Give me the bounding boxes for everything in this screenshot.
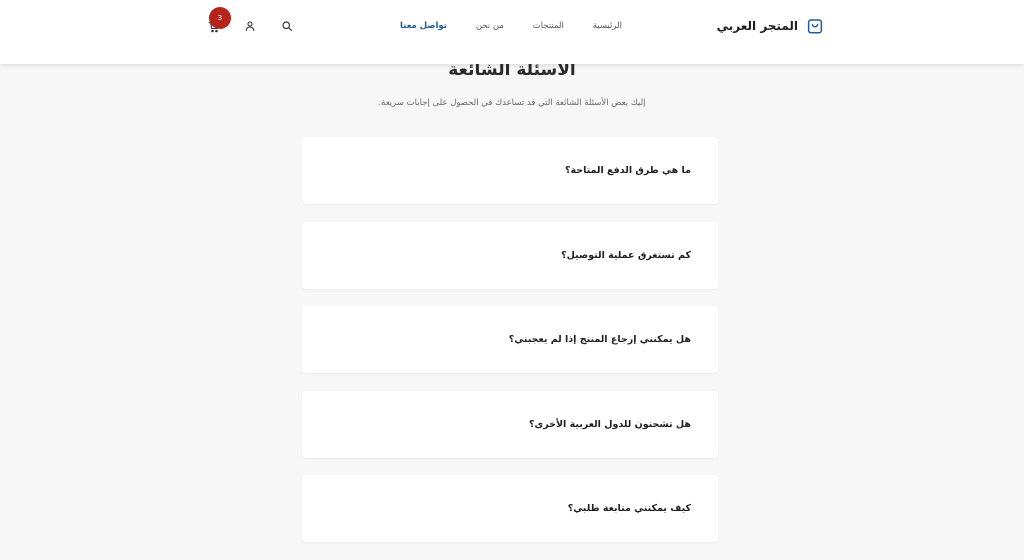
user-icon[interactable] (243, 19, 257, 33)
nav-home[interactable]: الرئيسية (593, 21, 622, 31)
page-subtitle: إليك بعض الأسئلة الشائعة التي قد تساعدك … (378, 98, 646, 108)
faq-question: هل يمكنني إرجاع المنتج إذا لم يعجبني؟ (508, 334, 691, 345)
faq-item-shipping[interactable]: هل تشحنون للدول العربية الأخرى؟ (302, 390, 718, 458)
faq-item-delivery[interactable]: كم تستغرق عملية التوصيل؟ (302, 221, 718, 289)
search-icon[interactable] (280, 19, 294, 33)
faq-question: كيف يمكنني متابعة طلبي؟ (567, 503, 691, 514)
shopping-bag-icon (806, 17, 824, 35)
faq-question: هل تشحنون للدول العربية الأخرى؟ (528, 418, 691, 430)
faq-question: ما هي طرق الدفع المتاحة؟ (564, 165, 691, 176)
faq-list: ما هي طرق الدفع المتاحة؟ كم تستغرق عملية… (302, 137, 718, 560)
main-nav: الرئيسية المنتجات من نحن تواصل معنا (400, 18, 622, 34)
faq-item-returns[interactable]: هل يمكنني إرجاع المنتج إذا لم يعجبني؟ (302, 306, 718, 373)
faq-item-payment[interactable]: ما هي طرق الدفع المتاحة؟ (302, 137, 718, 204)
cart-count-badge: 3 (209, 7, 231, 29)
faq-question: كم تستغرق عملية التوصيل؟ (561, 249, 691, 261)
faq-item-tracking[interactable]: كيف يمكنني متابعة طلبي؟ (302, 475, 718, 542)
header-tools: 3 (204, 7, 300, 40)
site-header: المتجر العربي الرئيسية المنتجات من نحن ت… (0, 0, 1024, 64)
brand-name: المتجر العربي (716, 19, 798, 33)
brand-logo[interactable]: المتجر العربي (717, 14, 824, 38)
nav-products[interactable]: المنتجات (533, 21, 564, 31)
nav-contact[interactable]: تواصل معنا (400, 21, 447, 31)
nav-about[interactable]: من نحن (476, 21, 504, 31)
